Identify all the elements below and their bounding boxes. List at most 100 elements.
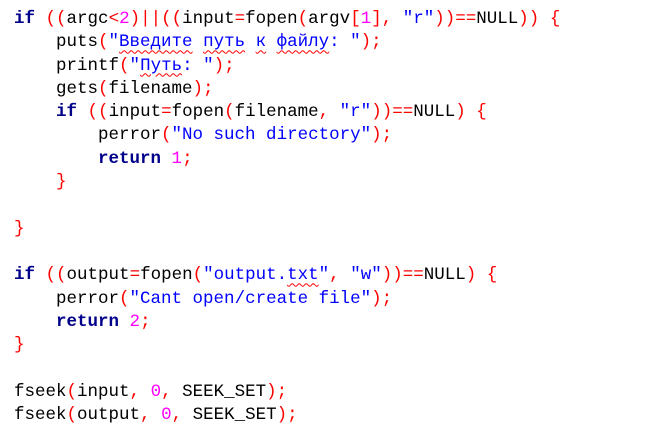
code-line: printf("Путь: "); (14, 55, 560, 78)
number-token: 1 (360, 9, 372, 29)
operator-token: ); (266, 381, 288, 402)
identifier-token (340, 265, 351, 285)
identifier-token: fopen (171, 102, 225, 123)
identifier-token: fopen (140, 265, 193, 286)
number-token: 0 (161, 405, 172, 426)
operator-token: (( (87, 102, 109, 123)
identifier-token: perror (14, 125, 162, 146)
operator-token: ( (98, 78, 109, 99)
string-token: " (318, 265, 330, 286)
operator-token: ( (224, 102, 235, 123)
keyword-token: if (14, 265, 36, 286)
code-line: } (14, 171, 560, 194)
operator-token: ( (98, 32, 109, 53)
code-line: ​ (14, 357, 560, 380)
operator-token: ) (455, 102, 466, 123)
identifier-token: fseek (14, 405, 67, 426)
identifier-token (14, 102, 56, 122)
identifier-token: input (182, 9, 235, 29)
string-token (266, 32, 277, 52)
operator-token: ); (276, 405, 298, 426)
operator-token: ; (140, 311, 151, 332)
operator-token: )) (518, 9, 540, 29)
identifier-token (119, 312, 130, 332)
brace-token: { (486, 265, 498, 286)
code-line: return 1; (14, 148, 560, 171)
operator-token: ( (297, 9, 309, 29)
code-line: fseek(input, 0, SEEK_SET); (14, 381, 560, 404)
operator-token: , (161, 381, 172, 402)
code-line: return 2; (14, 311, 560, 334)
string-token: "r" (402, 9, 435, 29)
operator-token: ( (119, 288, 130, 309)
identifier-token: gets (14, 78, 99, 99)
string-token (245, 32, 256, 52)
operator-token: = (161, 102, 172, 123)
identifier-token: argc (66, 9, 109, 29)
number-token: 2 (129, 311, 141, 332)
operator-token: ); (371, 288, 393, 309)
identifier-token: perror (14, 288, 120, 309)
operator-token: < (108, 9, 120, 29)
identifier-token: filename (108, 78, 193, 99)
number-token: 1 (171, 148, 183, 169)
operator-token: , (171, 405, 183, 426)
code-line: ​ (14, 194, 560, 217)
operator-token: ); (360, 32, 382, 53)
identifier-token (35, 9, 46, 29)
operator-token: ], (371, 9, 393, 29)
identifier-token: NULL (423, 265, 466, 286)
code-line: gets(filename); (14, 78, 560, 101)
operator-token: ( (192, 265, 204, 286)
keyword-token: if (56, 102, 78, 123)
identifier-token (466, 102, 477, 122)
misspelled-string-token: Введите (119, 32, 193, 53)
operator-token: ( (66, 381, 78, 402)
operator-token: ; (182, 148, 193, 169)
string-token: "output. (203, 265, 288, 286)
misspelled-string-token: к (255, 32, 267, 53)
string-token (193, 32, 204, 52)
operator-token: , (329, 265, 340, 286)
operator-token: ( (119, 55, 130, 76)
string-token: : " (329, 32, 361, 53)
keyword-token: return (98, 148, 162, 169)
operator-token: ); (371, 125, 393, 146)
brace-token: { (549, 9, 561, 29)
operator-token: )||(( (129, 9, 183, 29)
identifier-token (476, 265, 487, 285)
identifier-token (392, 9, 403, 29)
identifier-token (77, 102, 88, 122)
code-area[interactable]: if ((argc<2)||((input=fopen(argv[1], "r"… (14, 8, 560, 427)
operator-token: ))== (381, 265, 424, 286)
keyword-token: if (14, 9, 36, 29)
operator-token: ); (192, 78, 214, 99)
operator-token: ( (161, 125, 172, 146)
identifier-token (539, 9, 550, 29)
code-editor[interactable]: if ((argc<2)||((input=fopen(argv[1], "r"… (0, 0, 668, 429)
misspelled-string-token: файлу (276, 32, 330, 53)
identifier-token (14, 172, 56, 192)
number-token: 2 (119, 9, 130, 29)
operator-token: = (129, 265, 141, 286)
identifier-token: fseek (14, 381, 67, 402)
identifier-token: fopen (245, 9, 298, 29)
identifier-token (35, 265, 46, 285)
identifier-token: output (66, 265, 130, 286)
misspelled-string-token: txt (287, 265, 319, 286)
brace-token: } (14, 335, 25, 356)
brace-token: } (14, 218, 25, 239)
identifier-token (151, 405, 162, 425)
code-line: } (14, 334, 560, 357)
number-token: 0 (150, 381, 162, 402)
identifier-token: printf (14, 55, 120, 76)
identifier-token: SEEK_SET (171, 381, 267, 402)
misspelled-string-token: путь (203, 32, 246, 53)
identifier-token: NULL (413, 102, 456, 123)
operator-token: ))== (371, 102, 414, 123)
identifier-token: input (108, 102, 162, 123)
identifier-token (329, 102, 340, 122)
operator-token: ))== (434, 9, 477, 29)
identifier-token: argv (308, 9, 351, 29)
string-token: " (108, 32, 120, 53)
